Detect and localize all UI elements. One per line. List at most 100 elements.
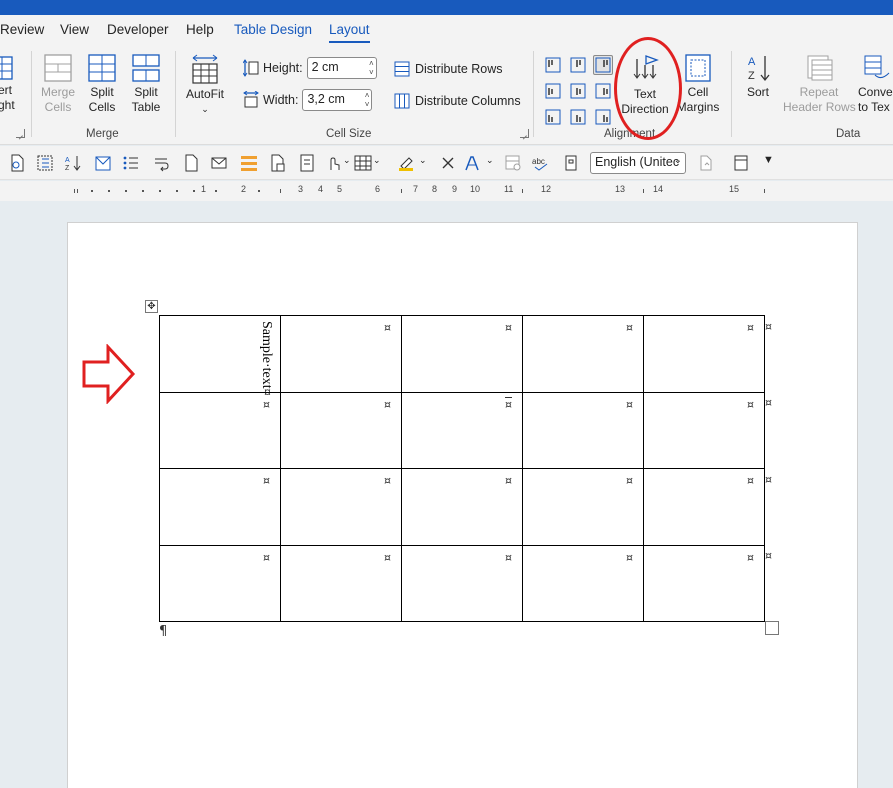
insert-right-button[interactable]: ert ght bbox=[0, 53, 15, 113]
align-top-center-button[interactable] bbox=[568, 55, 588, 75]
ruler-column-marker[interactable] bbox=[401, 189, 402, 193]
autofit-label: AutoFit bbox=[185, 87, 224, 101]
insert-table-chevron-down-icon[interactable]: ⌄ bbox=[373, 155, 381, 166]
table-cell[interactable]: ¤ bbox=[643, 468, 765, 546]
table-cell[interactable]: ¤ bbox=[280, 544, 402, 622]
group-separator bbox=[533, 51, 534, 137]
width-spin-arrows-icon[interactable]: ˄ ˅ bbox=[365, 91, 370, 109]
tab-developer[interactable]: Developer bbox=[107, 22, 169, 37]
ruler-column-marker[interactable] bbox=[280, 189, 281, 193]
table-cell[interactable]: ¤ bbox=[643, 544, 765, 622]
ruler-number: 1 bbox=[201, 184, 207, 194]
table-cell[interactable]: ¤ bbox=[643, 391, 765, 469]
table-cell[interactable]: ¤ bbox=[643, 315, 765, 393]
table-cell[interactable]: ¤ bbox=[522, 391, 644, 469]
text-effects-chevron-down-icon[interactable]: ⌄ bbox=[486, 155, 494, 166]
rows-columns-launcher[interactable] bbox=[16, 129, 25, 138]
sort-label: Sort bbox=[746, 85, 769, 99]
protect-document-icon[interactable] bbox=[697, 154, 715, 172]
form-field-icon[interactable] bbox=[562, 154, 580, 172]
table-cell[interactable]: ¤ bbox=[522, 468, 644, 546]
ruler-column-marker[interactable] bbox=[764, 189, 765, 193]
width-input[interactable]: 3,2 cm ˄ ˅ bbox=[302, 89, 373, 111]
touch-mode-chevron-down-icon[interactable]: ⌄ bbox=[343, 155, 351, 166]
split-cells-button[interactable]: Split Cells bbox=[82, 53, 122, 115]
align-top-right-button[interactable] bbox=[593, 55, 613, 75]
highlighter-chevron-down-icon[interactable]: ⌄ bbox=[419, 155, 427, 166]
document-icon[interactable] bbox=[298, 154, 316, 172]
end-of-cell-mark: ¤ bbox=[263, 550, 270, 564]
distribute-rows-button[interactable]: Distribute Rows bbox=[394, 61, 503, 77]
mail-document-icon[interactable] bbox=[94, 154, 112, 172]
spelling-check-icon[interactable]: abc bbox=[532, 154, 550, 172]
end-of-cell-mark: ¤ bbox=[626, 397, 633, 411]
end-of-cell-mark: ¤ bbox=[263, 474, 270, 487]
insert-table-icon[interactable] bbox=[354, 154, 372, 172]
table-properties-icon[interactable] bbox=[504, 154, 522, 172]
table-row: ¤ ¤ ¤ ¤ ¤ bbox=[159, 391, 765, 469]
table-cell[interactable]: ¤ bbox=[401, 544, 523, 622]
text-wrap-icon[interactable] bbox=[152, 154, 170, 172]
align-bottom-center-button[interactable] bbox=[568, 107, 588, 127]
sort-az-small-icon[interactable]: AZ bbox=[64, 154, 82, 172]
text-effects-icon[interactable] bbox=[463, 154, 481, 172]
page-setup-icon[interactable] bbox=[268, 154, 286, 172]
tab-help[interactable]: Help bbox=[186, 22, 214, 37]
cell-size-launcher[interactable] bbox=[520, 129, 529, 138]
highlight-lines-icon[interactable] bbox=[240, 154, 258, 172]
language-select[interactable]: English (Unitec ⌄ bbox=[590, 152, 686, 174]
table-cell[interactable]: ¤ bbox=[401, 391, 523, 469]
svg-text:abc: abc bbox=[532, 157, 545, 166]
merge-cells-button[interactable]: Merge Cells bbox=[38, 53, 78, 115]
end-of-cell-mark: ¤ bbox=[384, 397, 391, 411]
clear-formatting-icon[interactable] bbox=[439, 154, 457, 172]
table-resize-handle[interactable] bbox=[765, 621, 779, 635]
table-move-handle-icon[interactable]: ✥ bbox=[145, 300, 158, 313]
table-cell[interactable]: ¤ bbox=[280, 468, 402, 546]
align-middle-right-button[interactable] bbox=[593, 81, 613, 101]
horizontal-ruler[interactable]: 1 2 3 4 5 6 7 8 9 10 11 12 13 14 15 bbox=[0, 181, 893, 201]
new-document-icon[interactable] bbox=[8, 154, 26, 172]
table-cell[interactable]: ¤ bbox=[280, 391, 402, 469]
table-cell[interactable]: ¤ bbox=[401, 468, 523, 546]
table-cell[interactable]: ¤ bbox=[159, 391, 281, 469]
highlighter-icon[interactable] bbox=[397, 154, 415, 172]
ruler-column-marker[interactable] bbox=[643, 189, 644, 193]
customize-toolbar-icon[interactable]: ▼ bbox=[763, 154, 774, 166]
table-cell[interactable]: ¤ bbox=[522, 544, 644, 622]
ruler-column-marker[interactable] bbox=[522, 189, 523, 193]
tab-review[interactable]: Review bbox=[0, 22, 44, 37]
touch-mode-icon[interactable] bbox=[324, 154, 342, 172]
split-table-button[interactable]: Split Table bbox=[126, 53, 166, 115]
repeat-header-rows-button[interactable]: Repeat Header Rows bbox=[783, 53, 856, 115]
align-middle-left-button[interactable] bbox=[543, 81, 563, 101]
align-middle-center-button[interactable] bbox=[568, 81, 588, 101]
table-cell[interactable]: Sample·text¤ bbox=[159, 315, 281, 396]
convert-to-text-button[interactable]: Conve to Tex bbox=[858, 53, 893, 115]
align-bottom-left-button[interactable] bbox=[543, 107, 563, 127]
tab-view[interactable]: View bbox=[60, 22, 89, 37]
blank-page-icon[interactable] bbox=[182, 154, 200, 172]
table-cell[interactable]: ¤ bbox=[159, 468, 281, 546]
autofit-button[interactable]: AutoFit ⌄ bbox=[183, 53, 227, 117]
document-table[interactable]: Sample·text¤ ¤ ¤ ¤ ¤ ¤ ¤ ¤ ¤ ¤ ¤ ¤ ¤ ¤ ¤… bbox=[159, 315, 765, 622]
cell-margins-button[interactable]: Cell Margins bbox=[676, 53, 720, 115]
envelope-icon[interactable] bbox=[210, 154, 228, 172]
table-cell[interactable]: ¤ bbox=[159, 544, 281, 622]
height-spin-arrows-icon[interactable]: ˄ ˅ bbox=[369, 59, 374, 77]
table-cell[interactable]: ¤ bbox=[522, 315, 644, 393]
tab-table-design[interactable]: Table Design bbox=[234, 22, 312, 37]
table-grid-icon[interactable] bbox=[36, 154, 54, 172]
height-input[interactable]: 2 cm ˄ ˅ bbox=[306, 57, 377, 79]
table-cell[interactable]: ¤ bbox=[401, 315, 523, 393]
ruler-dot bbox=[215, 190, 217, 192]
page-view-icon[interactable] bbox=[732, 154, 750, 172]
align-bottom-right-button[interactable] bbox=[593, 107, 613, 127]
table-cell[interactable]: ¤ bbox=[280, 315, 402, 393]
sort-button[interactable]: A Z Sort bbox=[738, 53, 778, 100]
text-direction-button[interactable]: Text Direction bbox=[620, 53, 670, 117]
tab-layout[interactable]: Layout bbox=[329, 22, 370, 43]
align-top-left-button[interactable] bbox=[543, 55, 563, 75]
bullet-list-icon[interactable] bbox=[122, 154, 140, 172]
distribute-columns-button[interactable]: Distribute Columns bbox=[394, 93, 521, 109]
